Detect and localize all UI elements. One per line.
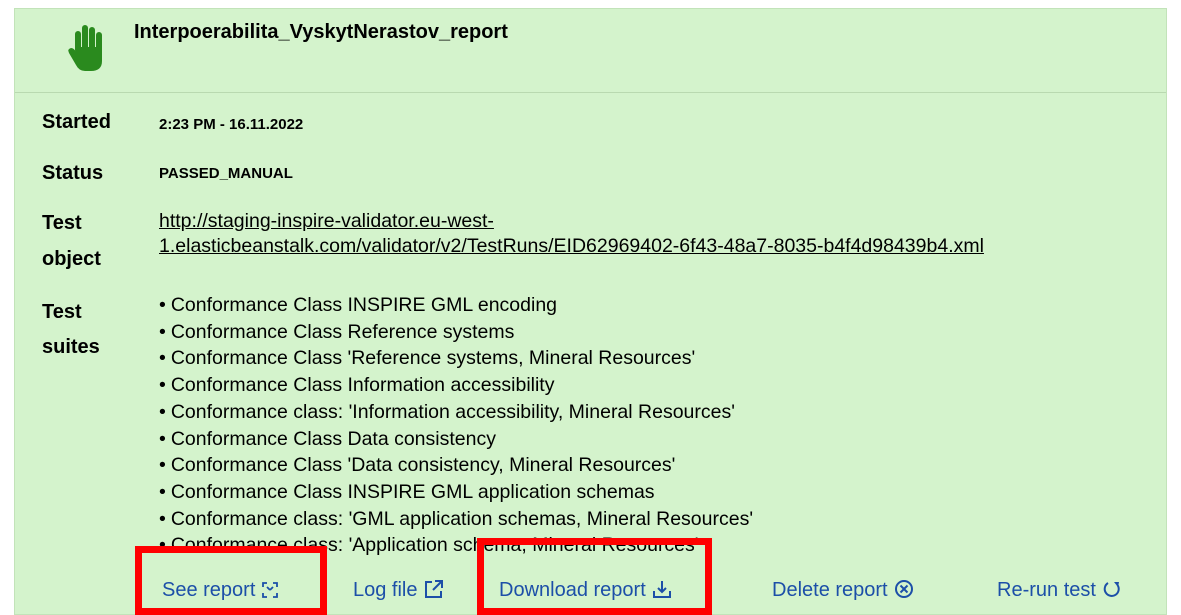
delete-report-button[interactable]: Delete report xyxy=(772,579,914,602)
test-object-link[interactable]: http://staging-inspire-validator.eu-west… xyxy=(159,209,984,259)
delete-report-label[interactable]: Delete report xyxy=(772,579,888,601)
test-suites-label-line-1: Test xyxy=(42,301,82,323)
test-object-link-line-1[interactable]: http://staging-inspire-validator.eu-west… xyxy=(159,209,984,234)
report-header: Interpoerabilita_VyskytNerastov_report xyxy=(15,9,1166,93)
test-suite-item: Conformance Class 'Data consistency, Min… xyxy=(159,452,753,479)
download-icon[interactable] xyxy=(652,579,672,599)
download-report-button[interactable]: Download report xyxy=(499,579,672,602)
test-suites-label-line-2: suites xyxy=(42,336,100,358)
log-file-label[interactable]: Log file xyxy=(353,579,418,601)
test-object-label-line-1: Test xyxy=(42,212,82,234)
test-suite-item: Conformance class: 'Application schema, … xyxy=(159,532,753,559)
report-title: Interpoerabilita_VyskytNerastov_report xyxy=(134,21,508,43)
test-suite-item: Conformance Class Reference systems xyxy=(159,319,753,346)
status-value: PASSED_MANUAL xyxy=(159,165,293,182)
test-suite-item: Conformance Class Information accessibil… xyxy=(159,372,753,399)
test-object-label-line-2: object xyxy=(42,248,101,270)
refresh-icon[interactable] xyxy=(1102,579,1122,599)
started-value: 2:23 PM - 16.11.2022 xyxy=(159,116,304,133)
expand-icon[interactable] xyxy=(261,581,279,599)
download-report-label[interactable]: Download report xyxy=(499,579,646,601)
external-link-icon[interactable] xyxy=(424,579,444,599)
see-report-button[interactable]: See report xyxy=(162,579,279,602)
hand-stop-icon xyxy=(67,23,109,73)
test-suites-list: Conformance Class INSPIRE GML encoding C… xyxy=(159,292,753,559)
test-suite-item: Conformance class: 'GML application sche… xyxy=(159,506,753,533)
test-report-panel: Interpoerabilita_VyskytNerastov_report S… xyxy=(14,8,1167,615)
test-suite-item: Conformance Class 'Reference systems, Mi… xyxy=(159,345,753,372)
started-label: Started xyxy=(42,111,111,133)
test-suite-item: Conformance Class INSPIRE GML applicatio… xyxy=(159,479,753,506)
test-suite-item: Conformance class: 'Information accessib… xyxy=(159,399,753,426)
see-report-label[interactable]: See report xyxy=(162,579,255,601)
rerun-test-button[interactable]: Re-run test xyxy=(997,579,1122,602)
log-file-link[interactable]: Log file xyxy=(353,579,444,602)
test-suite-item: Conformance Class INSPIRE GML encoding xyxy=(159,292,753,319)
close-circle-icon[interactable] xyxy=(894,579,914,599)
rerun-test-label[interactable]: Re-run test xyxy=(997,579,1096,601)
status-label: Status xyxy=(42,162,104,184)
test-suite-item: Conformance Class Data consistency xyxy=(159,426,753,453)
test-object-link-line-2[interactable]: 1.elasticbeanstalk.com/validator/v2/Test… xyxy=(159,234,984,259)
